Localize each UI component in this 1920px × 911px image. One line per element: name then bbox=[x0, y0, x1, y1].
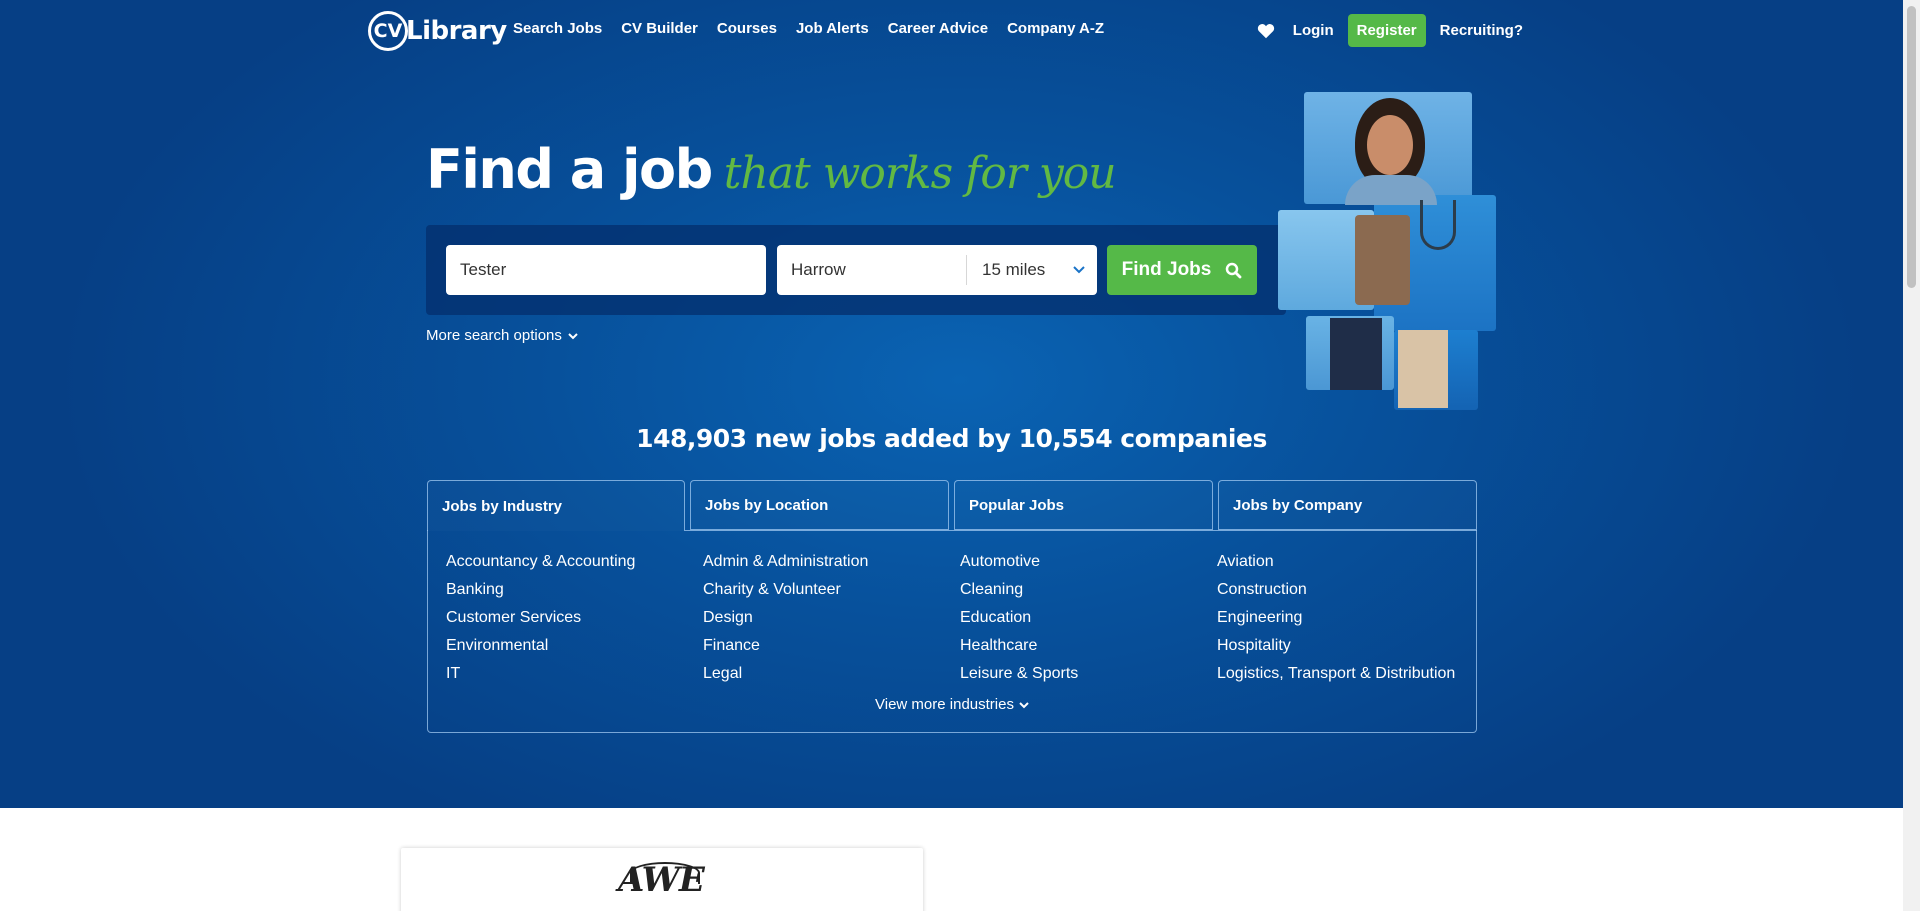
heart-icon[interactable] bbox=[1257, 23, 1275, 39]
main-nav: Search Jobs CV Builder Courses Job Alert… bbox=[513, 20, 1123, 37]
industry-link[interactable]: Cleaning bbox=[960, 576, 1217, 604]
tab-jobs-by-location[interactable]: Jobs by Location bbox=[690, 480, 949, 530]
keyword-input[interactable]: Tester bbox=[446, 245, 766, 295]
page-headline: Find a job that works for you bbox=[426, 138, 1117, 201]
stethoscope-image bbox=[1420, 200, 1456, 250]
industry-link[interactable]: Hospitality bbox=[1217, 632, 1474, 660]
search-panel: Tester Harrow 15 miles Find Jobs bbox=[426, 225, 1286, 315]
page-scrollbar[interactable] bbox=[1903, 0, 1920, 911]
nav-search-jobs[interactable]: Search Jobs bbox=[513, 20, 602, 37]
tab-jobs-by-company[interactable]: Jobs by Company bbox=[1218, 480, 1477, 530]
nav-courses[interactable]: Courses bbox=[717, 20, 777, 37]
industry-link[interactable]: Engineering bbox=[1217, 604, 1474, 632]
industry-link[interactable]: Education bbox=[960, 604, 1217, 632]
radius-value: 15 miles bbox=[982, 260, 1046, 279]
industry-link[interactable]: Customer Services bbox=[446, 604, 703, 632]
more-options-label: More search options bbox=[426, 327, 562, 344]
headline-main: Find a job bbox=[426, 138, 713, 201]
view-more-label: View more industries bbox=[875, 696, 1014, 713]
scrollbar-thumb[interactable] bbox=[1907, 6, 1916, 288]
industry-link[interactable]: Accountancy & Accounting bbox=[446, 548, 703, 576]
location-input[interactable]: Harrow bbox=[777, 255, 967, 285]
logo-cv-badge: CV bbox=[368, 11, 408, 51]
jobs-stats: 148,903 new jobs added by 10,554 compani… bbox=[636, 424, 1267, 453]
tab-popular-jobs[interactable]: Popular Jobs bbox=[954, 480, 1213, 530]
find-jobs-label: Find Jobs bbox=[1121, 259, 1212, 280]
nav-job-alerts[interactable]: Job Alerts bbox=[796, 20, 869, 37]
more-search-options[interactable]: More search options bbox=[426, 327, 578, 344]
nav-company-a-z[interactable]: Company A-Z bbox=[1007, 20, 1104, 37]
chevron-down-icon bbox=[568, 332, 578, 339]
industry-list: Accountancy & Accounting Admin & Adminis… bbox=[446, 548, 1476, 688]
chevron-down-icon bbox=[1019, 701, 1029, 708]
view-more-industries[interactable]: View more industries bbox=[427, 696, 1477, 713]
location-field: Harrow 15 miles bbox=[777, 245, 1097, 295]
hero-section: CV Library Search Jobs CV Builder Course… bbox=[0, 0, 1903, 808]
chevron-down-icon bbox=[1073, 266, 1085, 274]
industry-link[interactable]: Automotive bbox=[960, 548, 1217, 576]
find-jobs-button[interactable]: Find Jobs bbox=[1107, 245, 1257, 295]
search-icon bbox=[1226, 262, 1242, 278]
cv-library-logo[interactable]: CV Library bbox=[368, 10, 507, 52]
industry-link[interactable]: Construction bbox=[1217, 576, 1474, 604]
industry-link[interactable]: Environmental bbox=[446, 632, 703, 660]
uniform-light-image bbox=[1398, 330, 1448, 408]
recruiting-link[interactable]: Recruiting? bbox=[1440, 22, 1523, 39]
industry-link[interactable]: Logistics, Transport & Distribution bbox=[1217, 660, 1474, 688]
header-actions: Login Register Recruiting? bbox=[1257, 14, 1523, 47]
industry-link[interactable]: Aviation bbox=[1217, 548, 1474, 576]
industry-link[interactable]: Charity & Volunteer bbox=[703, 576, 960, 604]
industry-link[interactable]: Healthcare bbox=[960, 632, 1217, 660]
headline-script: that works for you bbox=[723, 148, 1117, 199]
industry-link[interactable]: Admin & Administration bbox=[703, 548, 960, 576]
person-face bbox=[1367, 115, 1413, 175]
apron-image bbox=[1355, 215, 1410, 305]
industry-link[interactable]: Legal bbox=[703, 660, 960, 688]
login-link[interactable]: Login bbox=[1293, 22, 1334, 39]
nav-cv-builder[interactable]: CV Builder bbox=[621, 20, 698, 37]
browse-jobs-tabs: Jobs by Industry Jobs by Location Popula… bbox=[427, 480, 1477, 733]
company-logo: AWE bbox=[618, 860, 705, 900]
uniform-dark-image bbox=[1330, 318, 1382, 390]
industry-link[interactable]: Leisure & Sports bbox=[960, 660, 1217, 688]
logo-text: Library bbox=[406, 16, 507, 46]
radius-select[interactable]: 15 miles bbox=[967, 260, 1097, 280]
industry-link[interactable]: Design bbox=[703, 604, 960, 632]
industry-link[interactable]: IT bbox=[446, 660, 703, 688]
industry-link[interactable]: Banking bbox=[446, 576, 703, 604]
tab-jobs-by-industry[interactable]: Jobs by Industry bbox=[427, 480, 685, 531]
nav-career-advice[interactable]: Career Advice bbox=[888, 20, 988, 37]
register-button[interactable]: Register bbox=[1347, 14, 1426, 47]
industry-link[interactable]: Finance bbox=[703, 632, 960, 660]
